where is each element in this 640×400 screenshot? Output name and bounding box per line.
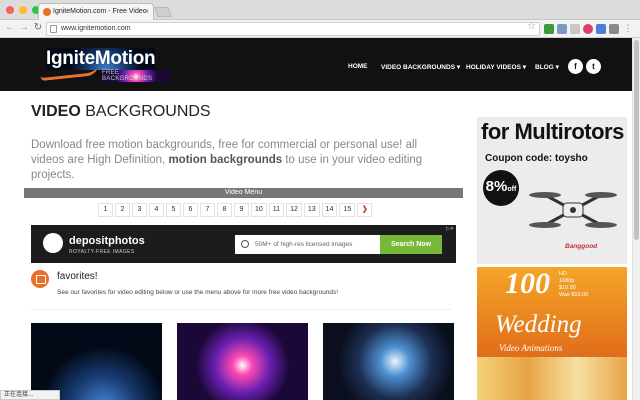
ad1-brand: Banggood [565, 243, 598, 250]
tab-close-icon[interactable]: × [144, 4, 149, 20]
ad-brand: depositphotos [69, 235, 145, 247]
ad1-discount-badge: 8%off [483, 170, 519, 206]
site-logo[interactable]: IgniteMotion FREE BACKGROUNDS [39, 48, 170, 82]
page-link[interactable]: 7 [200, 203, 215, 217]
facebook-icon[interactable]: f [568, 59, 583, 74]
site-header: IgniteMotion FREE BACKGROUNDS HOME VIDEO… [0, 38, 632, 91]
intro-text: Download free motion backgrounds, free f… [31, 139, 423, 181]
page-link[interactable]: 12 [286, 203, 302, 217]
ad1-headline: for Multirotors [481, 119, 624, 144]
back-icon[interactable]: ← [4, 22, 16, 33]
browser-menu-icon[interactable]: ⋮ [623, 24, 633, 34]
ad1-coupon-code: Coupon code: toysho [485, 153, 588, 164]
address-bar[interactable]: www.ignitemotion.com [46, 22, 540, 36]
ad-search-input[interactable]: 50M+ of high-res licensed images [235, 235, 380, 254]
page-link[interactable]: 9 [234, 203, 249, 217]
sidebar-ad-multirotors[interactable]: for Multirotors Coupon code: toysho 8%of… [477, 117, 627, 264]
extension-icon-1[interactable] [544, 24, 554, 34]
favorites-title: favorites! [57, 271, 98, 282]
divider [31, 309, 451, 310]
reload-icon[interactable]: ↻ [32, 22, 44, 33]
address-text: www.ignitemotion.com [61, 25, 131, 32]
favorites-description: See our favorites for video editing belo… [57, 289, 339, 296]
extension-icon-4[interactable] [583, 24, 593, 34]
page-link[interactable]: 13 [303, 203, 320, 217]
forward-icon[interactable]: → [18, 22, 30, 33]
search-icon [241, 240, 249, 248]
page-link[interactable]: 2 [115, 203, 130, 217]
ad2-meta: HD 1080p $10.00 Was $10.00 [559, 271, 589, 298]
page-link[interactable]: 14 [321, 203, 338, 217]
page-link[interactable]: 1 [98, 203, 113, 217]
video-thumbnail-spiral[interactable] [177, 323, 308, 400]
nav-blog[interactable]: BLOG ▾ [535, 63, 559, 71]
ad-choices-icon[interactable]: ▷✕ [446, 226, 454, 232]
extension-icon-2[interactable] [557, 24, 567, 34]
minimize-window-button[interactable] [19, 6, 27, 14]
extension-icon-5[interactable] [596, 24, 606, 34]
ad2-title: Wedding [495, 311, 582, 338]
page-link[interactable]: 11 [268, 203, 285, 217]
nav-holiday-videos[interactable]: HOLIDAY VIDEOS ▾ [466, 63, 526, 71]
extension-icon-6[interactable] [609, 24, 619, 34]
video-thumbnail-tunnel[interactable] [323, 323, 454, 400]
browser-toolbar: ← → ↻ www.ignitemotion.com ☆ ⋮ [0, 20, 640, 38]
logo-tagline: FREE BACKGROUNDS [102, 70, 170, 82]
logo-text: IgniteMotion [46, 48, 156, 70]
page-link[interactable]: 15 [339, 203, 356, 217]
bookmark-star-icon[interactable]: ☆ [527, 21, 536, 32]
close-window-button[interactable] [6, 6, 14, 14]
sidebar-ad-wedding[interactable]: 100 HD 1080p $10.00 Was $10.00 Wedding V… [477, 267, 627, 400]
pagination: 1 2 3 4 5 6 7 8 9 10 11 12 13 14 15 ❯ [98, 203, 373, 217]
ad-tagline: ROYALTY-FREE IMAGES [69, 249, 135, 255]
ad2-subtitle: Video Animations [499, 343, 563, 353]
window-controls [6, 6, 40, 14]
twitter-icon[interactable]: t [586, 59, 601, 74]
nav-home[interactable]: HOME [348, 63, 368, 70]
status-bar: 正在连接... [0, 390, 60, 400]
nav-video-backgrounds[interactable]: VIDEO BACKGROUNDS ▾ [381, 63, 460, 71]
tab-title: IgniteMotion.com - Free Video [53, 8, 147, 15]
page-title: VIDEO BACKGROUNDS [31, 103, 211, 120]
drone-icon [529, 192, 617, 228]
page-icon [50, 25, 57, 33]
ad2-number: 100 [505, 267, 550, 300]
page-scrollbar[interactable] [632, 38, 640, 400]
page-link[interactable]: 4 [149, 203, 164, 217]
depositphotos-logo-icon [43, 233, 63, 253]
ad-search-placeholder: 50M+ of high-res licensed images [255, 241, 353, 248]
page-link[interactable]: 3 [132, 203, 147, 217]
page-link[interactable]: 8 [217, 203, 232, 217]
video-thumbnail-earth[interactable] [31, 323, 162, 400]
extension-icon-3[interactable] [570, 24, 580, 34]
browser-tab-bar: IgniteMotion.com - Free Video × [0, 0, 640, 20]
page-link[interactable]: 10 [251, 203, 267, 217]
ad-search-button[interactable]: Search Now [380, 235, 442, 254]
new-tab-button[interactable] [154, 7, 172, 17]
site-favicon-icon [43, 8, 51, 16]
film-icon [31, 270, 49, 288]
video-menu-bar[interactable]: Video Menu [24, 188, 463, 198]
next-page-button[interactable]: ❯ [357, 203, 373, 217]
ad2-image-strip [477, 357, 627, 400]
depositphotos-ad-banner[interactable]: depositphotos ROYALTY-FREE IMAGES 50M+ o… [31, 225, 456, 263]
page-link[interactable]: 5 [166, 203, 181, 217]
browser-tab[interactable]: IgniteMotion.com - Free Video × [38, 3, 154, 20]
scrollbar-thumb[interactable] [634, 40, 639, 240]
page-link[interactable]: 6 [183, 203, 198, 217]
